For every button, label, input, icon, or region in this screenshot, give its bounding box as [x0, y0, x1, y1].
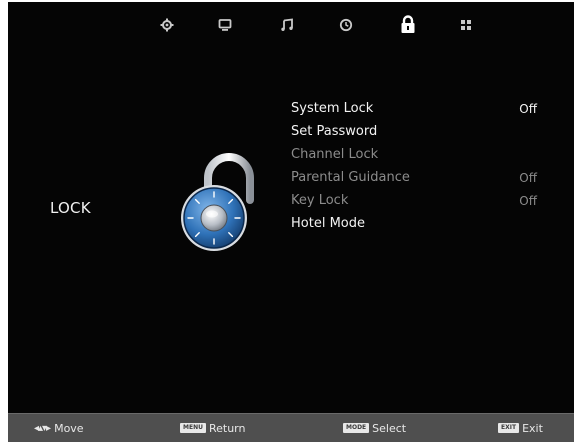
menu-item-label: Key Lock [291, 193, 349, 208]
menu-item-value: Off [519, 171, 537, 185]
menu-item-value: Off [519, 102, 537, 116]
move-hint: ◂▴▾▸ Move [34, 421, 84, 435]
lock-settings-menu: System Lock Off Set Password Channel Loc… [291, 99, 551, 237]
menu-item-label: Channel Lock [291, 147, 379, 162]
select-hint[interactable]: MODE Select [343, 421, 406, 435]
menu-item-label: System Lock [291, 101, 374, 116]
move-label: Move [54, 421, 84, 435]
menu-item-system-lock[interactable]: System Lock Off [291, 99, 551, 122]
lock-icon[interactable] [398, 14, 418, 34]
return-label: Return [208, 421, 246, 435]
menu-item-hotel-mode[interactable]: Hotel Mode [291, 214, 551, 237]
menu-item-set-password[interactable]: Set Password [291, 122, 551, 145]
settings-icon[interactable] [160, 18, 174, 32]
menu-item-key-lock[interactable]: Key Lock Off [291, 191, 551, 214]
exit-key-icon: EXIT [498, 423, 520, 433]
display-icon[interactable] [218, 18, 232, 32]
menu-item-value: Off [519, 194, 537, 208]
mode-key-icon: MODE [343, 423, 370, 433]
menu-item-parental-guidance[interactable]: Parental Guidance Off [291, 168, 551, 191]
exit-hint[interactable]: EXIT Exit [498, 421, 543, 435]
menu-item-label: Parental Guidance [291, 170, 410, 185]
category-tabs [8, 2, 574, 46]
select-label: Select [372, 421, 407, 435]
exit-label: Exit [522, 421, 543, 435]
combination-lock-illustration [181, 153, 254, 251]
menu-item-label: Set Password [291, 124, 378, 139]
return-hint[interactable]: MENU Return [180, 421, 245, 435]
clock-icon[interactable] [339, 18, 353, 32]
apps-icon[interactable] [459, 18, 473, 32]
menu-item-label: Hotel Mode [291, 216, 365, 231]
section-title: LOCK [50, 199, 91, 217]
menu-item-channel-lock[interactable]: Channel Lock [291, 145, 551, 168]
help-bar: ◂▴▾▸ Move MENU Return MODE Select EXIT E… [8, 413, 574, 442]
tv-menu-screen: LOCK System Lock Off Set Password Channe… [8, 2, 574, 442]
navigation-arrows-icon: ◂▴▾▸ [34, 422, 51, 434]
menu-key-icon: MENU [180, 423, 206, 433]
music-icon[interactable] [280, 18, 294, 32]
